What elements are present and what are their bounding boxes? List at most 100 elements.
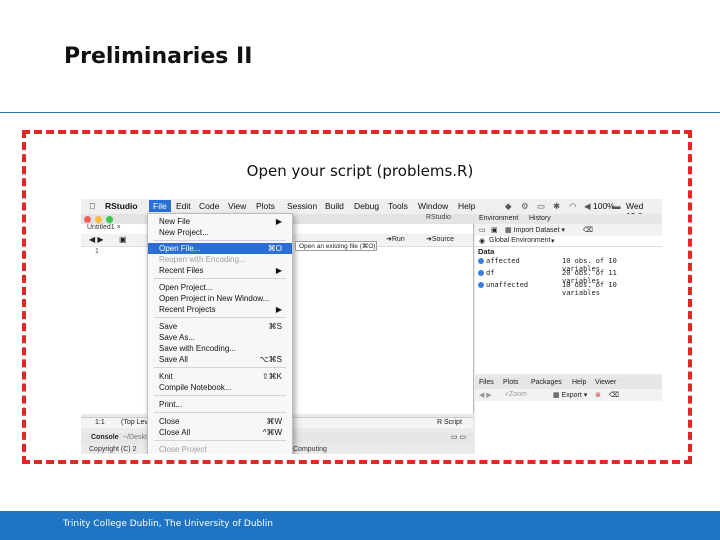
export-button[interactable]: ▦ Export ▾	[553, 391, 587, 399]
remove-plot-icon[interactable]: ⊗	[595, 391, 601, 399]
menu-code[interactable]: Code	[199, 201, 219, 211]
menu-build[interactable]: Build	[325, 201, 344, 211]
list-item[interactable]: affected 10 obs. of 10 variables	[478, 257, 658, 273]
menu-item-label: Recent Projects	[159, 305, 216, 314]
source-button[interactable]: ➜Source	[426, 235, 454, 243]
variable-value: 10 obs. of 10 variables	[562, 281, 617, 297]
environment-scope[interactable]: ◉ Global Environment ▾	[475, 236, 662, 247]
clear-plots-icon[interactable]: ⌫	[609, 391, 619, 399]
menu-app-rstudio[interactable]: RStudio	[105, 201, 138, 211]
menu-item-save[interactable]: Save ⌘S	[148, 321, 292, 332]
menu-separator	[154, 412, 286, 413]
import-icon: ▦	[505, 227, 514, 234]
menu-help[interactable]: Help	[458, 201, 475, 211]
save-workspace-icon[interactable]: ▣	[491, 226, 498, 234]
wifi-icon[interactable]: ◠	[569, 201, 576, 212]
menu-debug[interactable]: Debug	[354, 201, 379, 211]
minimize-window-icon[interactable]	[95, 216, 102, 223]
tab-history[interactable]: History	[529, 215, 551, 222]
menu-item-save-as[interactable]: Save As...	[148, 332, 292, 343]
menu-item-new-project[interactable]: New Project...	[148, 227, 292, 238]
globe-icon: ◉	[479, 238, 486, 245]
slide-title: Preliminaries II	[64, 44, 253, 69]
menu-item-shortcut: ^⌘W	[262, 428, 282, 437]
menu-item-label: New Project...	[159, 228, 209, 237]
menu-item-close-all[interactable]: Close All ^⌘W	[148, 427, 292, 438]
menu-item-recent-projects[interactable]: Recent Projects ▶	[148, 304, 292, 315]
menu-item-label: Print...	[159, 400, 183, 409]
environment-toolbar: ▭ ▣ ▦ Import Dataset ▾ ⌫	[475, 224, 662, 236]
submenu-arrow-icon: ▶	[275, 217, 282, 226]
menu-item-open-project[interactable]: Open Project...	[148, 282, 292, 293]
console-tab[interactable]: Console	[91, 434, 119, 441]
list-item[interactable]: unaffected 10 obs. of 10 variables	[478, 281, 658, 297]
save-icon[interactable]: ▣	[119, 235, 127, 244]
files-tabs: Files Plots Packages Help Viewer	[475, 377, 662, 389]
menu-item-compile-notebook[interactable]: Compile Notebook...	[148, 382, 292, 393]
bluetooth-icon[interactable]: ✱	[553, 201, 560, 212]
menu-item-label: Open Project in New Window...	[159, 294, 270, 303]
battery-icon[interactable]: ▬	[612, 201, 621, 211]
menu-item-label: Save All	[159, 355, 188, 364]
environment-pane: Environment History ▭ ▣ ▦ Import Dataset…	[475, 214, 662, 374]
window-title: RStudio	[426, 214, 451, 221]
zoom-window-icon[interactable]	[106, 216, 113, 223]
zoom-button[interactable]: ⌕Zoom	[505, 391, 527, 399]
menu-item-new-file[interactable]: New File ▶	[148, 216, 292, 227]
menu-item-save-all[interactable]: Save All ⌥⌘S	[148, 354, 292, 365]
close-window-icon[interactable]	[84, 216, 91, 223]
dataframe-icon	[478, 258, 484, 264]
files-pane: Files Plots Packages Help Viewer ◀ ▶ ⌕Zo…	[475, 377, 662, 454]
files-toolbar: ◀ ▶ ⌕Zoom ▦ Export ▾ ⊗ ⌫	[475, 389, 662, 401]
tab-plots[interactable]: Plots	[503, 379, 519, 386]
menu-item-save-encoding[interactable]: Save with Encoding...	[148, 343, 292, 354]
run-button[interactable]: ➜Run	[386, 235, 405, 243]
console-path: ~/Deskt	[123, 434, 147, 441]
menu-edit[interactable]: Edit	[176, 201, 191, 211]
apple-icon[interactable]: 	[89, 201, 95, 211]
console-text-left: Copyright (C) 2	[89, 446, 137, 453]
volume-icon[interactable]: ◀	[584, 201, 591, 212]
menu-item-open-project-new-window[interactable]: Open Project in New Window...	[148, 293, 292, 304]
plot-nav-icon[interactable]: ◀ ▶	[479, 391, 492, 399]
settings-icon[interactable]: ⚙	[521, 201, 529, 212]
menu-item-label: Close	[159, 417, 180, 426]
back-icon[interactable]: ◀ ▶	[89, 235, 104, 244]
menu-view[interactable]: View	[228, 201, 246, 211]
menu-item-close-project: Close Project	[148, 444, 292, 454]
editor-tab[interactable]: Untitled1 ×	[87, 224, 121, 231]
title-divider	[0, 112, 720, 113]
menu-item-label: Close Project	[159, 445, 207, 454]
menu-item-label: Save	[159, 322, 178, 331]
clear-broom-icon[interactable]: ⌫	[583, 226, 593, 234]
scope-label: Global Environment	[489, 237, 551, 244]
menu-session[interactable]: Session	[287, 201, 317, 211]
rstudio-screenshot:  RStudio File Edit Code View Plots Sess…	[81, 199, 662, 454]
menu-file[interactable]: File	[149, 200, 171, 212]
menu-item-print[interactable]: Print...	[148, 399, 292, 410]
menu-item-label: Close All	[159, 428, 191, 437]
file-type-indicator[interactable]: R Script	[437, 419, 462, 426]
menu-item-shortcut: ⌘W	[266, 417, 282, 426]
menu-item-recent-files[interactable]: Recent Files ▶	[148, 265, 292, 276]
menu-item-close[interactable]: Close ⌘W	[148, 416, 292, 427]
import-dataset-button[interactable]: ▦ Import Dataset ▾	[505, 226, 565, 234]
menu-item-label: Save with Encoding...	[159, 344, 236, 353]
tab-viewer[interactable]: Viewer	[595, 379, 616, 386]
menu-item-knit[interactable]: Knit ⇧⌘K	[148, 371, 292, 382]
open-workspace-icon[interactable]: ▭	[479, 226, 486, 234]
console-window-icons[interactable]: ▭ ▭	[451, 433, 466, 441]
dropbox-icon[interactable]: ◆	[505, 201, 512, 212]
menu-tools[interactable]: Tools	[388, 201, 408, 211]
menu-item-label: New File	[159, 217, 191, 226]
list-item[interactable]: df 20 obs. of 11 variables	[478, 269, 658, 285]
display-icon[interactable]: ▭	[537, 201, 545, 212]
tab-packages[interactable]: Packages	[531, 379, 562, 386]
menu-item-open-file[interactable]: Open File... ⌘O	[148, 243, 292, 254]
menu-window[interactable]: Window	[418, 201, 448, 211]
menu-plots[interactable]: Plots	[256, 201, 275, 211]
tab-files[interactable]: Files	[479, 379, 494, 386]
run-label: Run	[391, 236, 405, 243]
tab-environment[interactable]: Environment	[479, 215, 518, 222]
tab-help[interactable]: Help	[572, 379, 586, 386]
